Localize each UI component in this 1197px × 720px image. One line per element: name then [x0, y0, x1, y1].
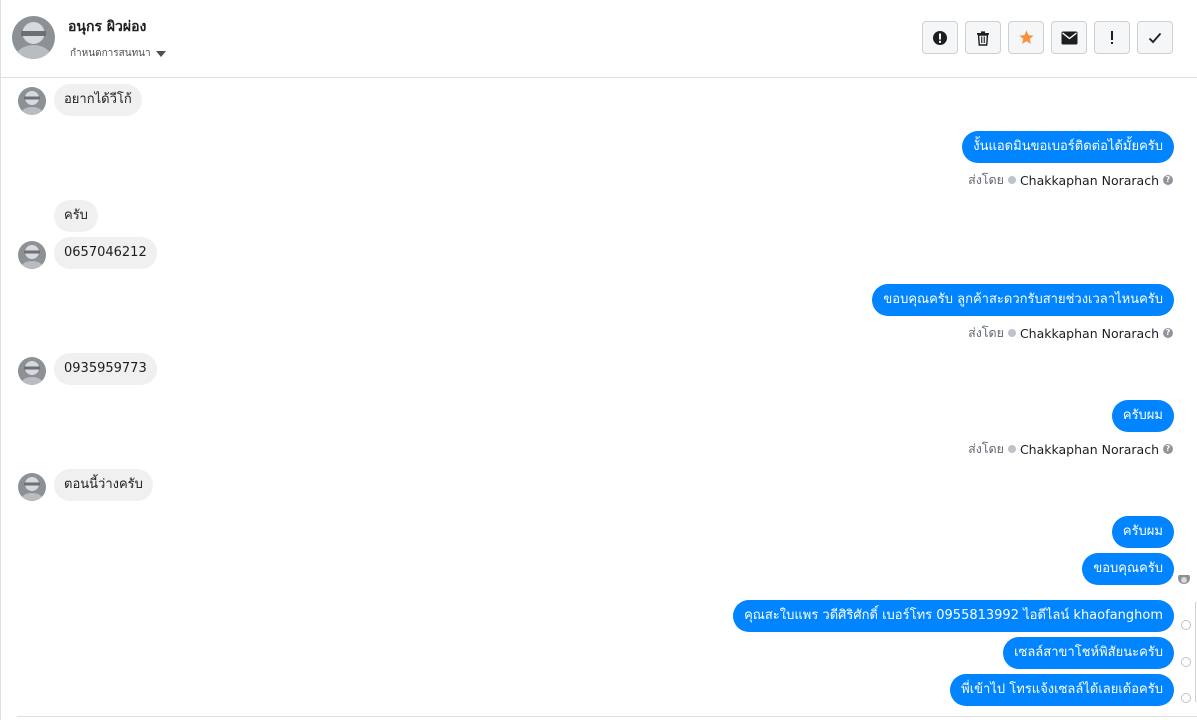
outgoing-message[interactable]: ขอบคุณครับ ลูกค้าสะดวกรับสายช่วงเวลาไหนค… — [872, 284, 1174, 316]
incoming-message[interactable]: 0657046212 — [54, 237, 157, 269]
mark-spam-button[interactable] — [922, 21, 958, 54]
help-icon[interactable]: ? — [1163, 175, 1173, 185]
conversation-label-text: กำหนดการสนทนา — [70, 48, 151, 59]
mark-unread-button[interactable] — [1051, 21, 1087, 54]
scrollbar[interactable] — [1195, 602, 1196, 702]
mark-done-button[interactable] — [1137, 21, 1173, 54]
composer-divider — [17, 716, 1197, 717]
agent-dot-icon — [1007, 329, 1016, 337]
sent-by-info: ส่งโดย Chakkaphan Norarach ? — [968, 323, 1173, 343]
delivered-check-icon — [1181, 693, 1191, 703]
header-actions — [922, 21, 1173, 54]
seen-avatar — [1178, 572, 1190, 584]
outgoing-message[interactable]: เซลล์สาขาโชห์พิสัยนะครับ — [1003, 637, 1174, 669]
conversation-header: อนุกร ผิวผ่อง กำหนดการสนทนา — [0, 0, 1197, 78]
conversation-label-dropdown[interactable]: กำหนดการสนทนา — [70, 46, 166, 61]
agent-dot-icon — [1007, 445, 1016, 453]
trash-icon — [977, 30, 989, 46]
outgoing-message[interactable]: งั้นแอดมินขอเบอร์ติดต่อได้มั้ยครับ — [962, 131, 1174, 163]
help-icon[interactable]: ? — [1163, 328, 1173, 338]
outgoing-message[interactable]: ครับผม — [1111, 516, 1174, 548]
follow-up-button[interactable] — [1094, 21, 1130, 54]
sent-by-info: ส่งโดย Chakkaphan Norarach ? — [968, 439, 1173, 459]
exclamation-circle-icon — [933, 30, 947, 45]
star-icon — [1018, 30, 1034, 44]
customer-avatar-small — [18, 473, 46, 501]
sent-by-info: ส่งโดย Chakkaphan Norarach ? — [968, 170, 1173, 190]
outgoing-message[interactable]: พี่เข้าไป โทรแจ้งเซลล์ได้เลยเด้อครับ — [950, 674, 1174, 706]
incoming-message[interactable]: ตอนนี้ว่างครับ — [54, 469, 153, 501]
check-icon — [1148, 32, 1162, 43]
outgoing-message[interactable]: ครับผม — [1111, 400, 1174, 432]
incoming-message[interactable]: 0935959773 — [54, 353, 157, 385]
sent-by-label: ส่งโดย — [968, 441, 1004, 456]
customer-avatar-small — [18, 357, 46, 385]
message-thread[interactable]: อยากได้วีโก้ งั้นแอดมินขอเบอร์ติดต่อได้ม… — [0, 78, 1197, 720]
customer-avatar[interactable] — [12, 16, 55, 59]
agent-dot-icon — [1007, 176, 1016, 184]
agent-name[interactable]: Chakkaphan Norarach — [1020, 326, 1159, 341]
star-button[interactable] — [1008, 21, 1044, 54]
delivered-check-icon — [1181, 657, 1191, 667]
customer-name[interactable]: อนุกร ผิวผ่อง — [68, 16, 146, 38]
incoming-message[interactable]: ครับ — [54, 200, 98, 232]
agent-name[interactable]: Chakkaphan Norarach — [1020, 442, 1159, 457]
agent-name[interactable]: Chakkaphan Norarach — [1020, 173, 1159, 188]
incoming-message[interactable]: อยากได้วีโก้ — [54, 84, 142, 116]
delivered-check-icon — [1181, 620, 1191, 630]
envelope-icon — [1061, 31, 1077, 44]
help-icon[interactable]: ? — [1163, 444, 1173, 454]
outgoing-message[interactable]: คุณสะใบแพร วดีศิริศักดิ์ เบอร์โทร 095581… — [733, 600, 1174, 632]
customer-avatar-small — [18, 241, 46, 269]
exclamation-icon — [1111, 31, 1113, 44]
caret-down-icon — [155, 50, 166, 57]
outgoing-message[interactable]: ขอบคุณครับ — [1082, 553, 1174, 585]
sent-by-label: ส่งโดย — [968, 172, 1004, 187]
sent-by-label: ส่งโดย — [968, 325, 1004, 340]
delete-button[interactable] — [965, 21, 1001, 54]
customer-avatar-small — [18, 87, 46, 115]
